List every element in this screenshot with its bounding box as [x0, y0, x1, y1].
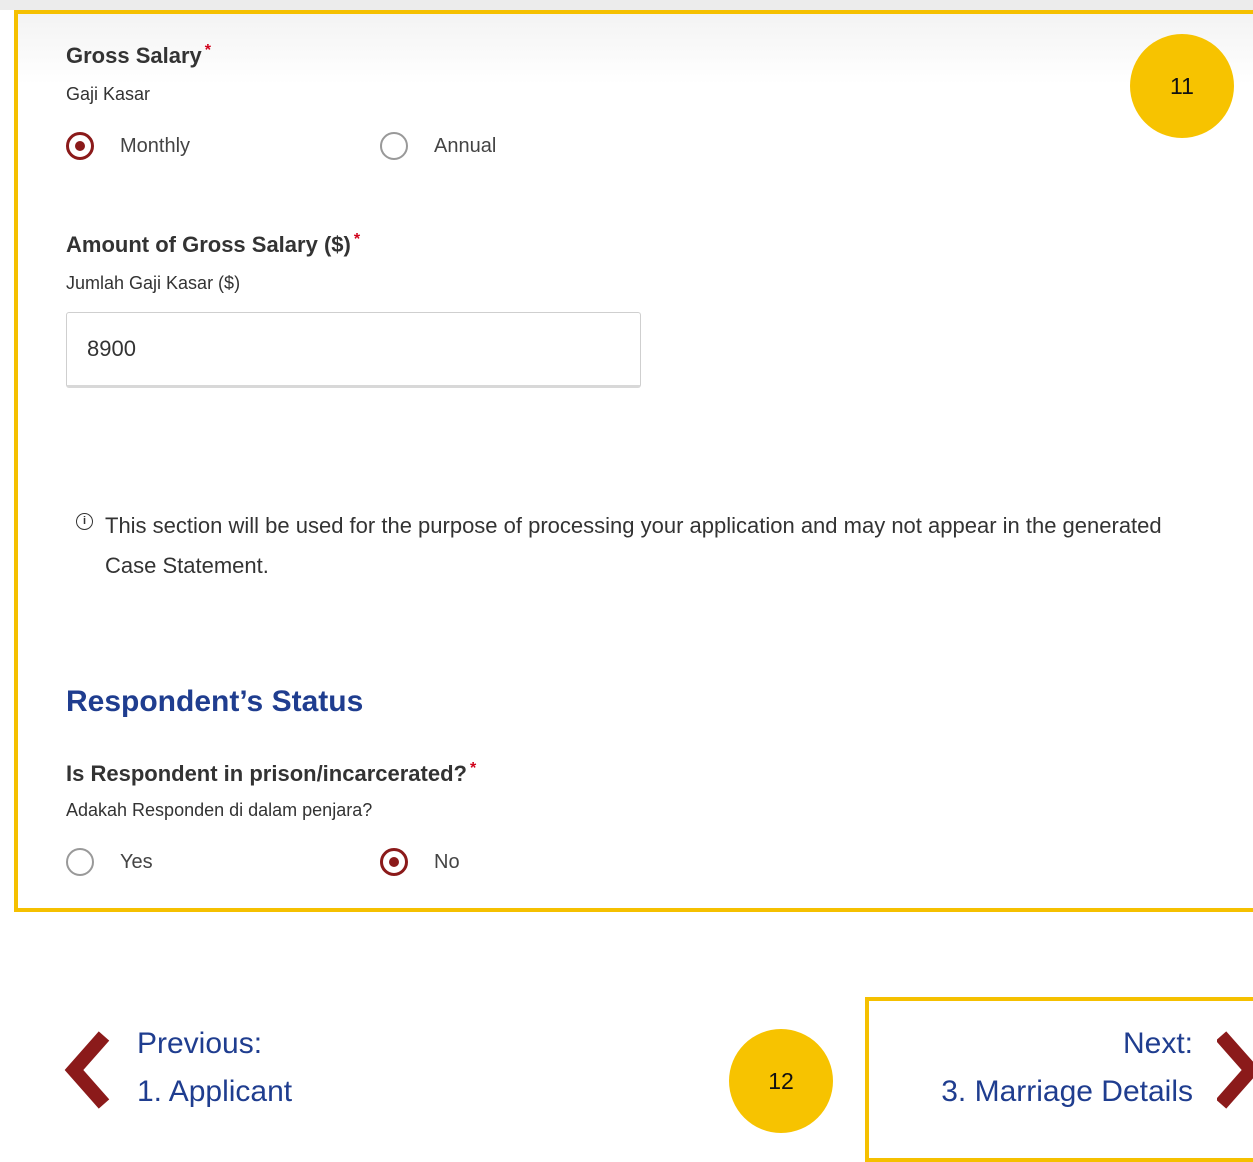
amount-label: Amount of Gross Salary ($) * — [66, 231, 361, 258]
info-note-text: This section will be used for the purpos… — [105, 513, 1162, 578]
previous-page-link[interactable]: Previous: 1. Applicant — [60, 1020, 360, 1120]
amount-sublabel: Jumlah Gaji Kasar ($) — [66, 273, 241, 293]
radio-annual[interactable]: Annual — [380, 132, 496, 160]
radio-monthly-label: Monthly — [120, 134, 191, 157]
radio-monthly[interactable]: Monthly — [66, 132, 190, 160]
prison-question-label: Is Respondent in prison/incarcerated? * — [66, 760, 477, 787]
prison-question-sublabel: Adakah Responden di dalam penjara? — [66, 800, 373, 820]
radio-no[interactable]: No — [380, 848, 460, 876]
radio-unselected-icon — [380, 132, 408, 160]
next-label: Next: — [1122, 1027, 1193, 1060]
amount-label-text: Amount of Gross Salary ($) — [66, 232, 351, 257]
previous-label: Previous: — [137, 1027, 263, 1060]
radio-selected-icon — [380, 848, 408, 876]
chevron-left-icon — [64, 1031, 110, 1109]
required-asterisk: * — [353, 231, 361, 248]
radio-yes[interactable]: Yes — [66, 848, 153, 876]
next-target: 3. Marriage Details — [941, 1075, 1193, 1108]
annotation-badge: 11 — [1130, 34, 1234, 138]
gross-salary-label-text: Gross Salary — [66, 43, 202, 68]
previous-target: 1. Applicant — [137, 1075, 293, 1108]
chevron-right-icon — [1217, 1031, 1253, 1109]
gross-salary-amount-input[interactable] — [66, 312, 641, 388]
required-asterisk: * — [204, 42, 211, 59]
gross-salary-sublabel: Gaji Kasar — [66, 84, 151, 104]
required-asterisk: * — [469, 760, 477, 777]
prison-question-text: Is Respondent in prison/incarcerated? — [66, 761, 467, 786]
radio-unselected-icon — [66, 848, 94, 876]
top-strip — [0, 0, 1253, 10]
annotation-badge: 12 — [729, 1029, 833, 1133]
info-icon: i — [76, 513, 93, 530]
next-page-link[interactable]: Next: 3. Marriage Details — [900, 1020, 1253, 1120]
section-heading-respondent-status: Respondent’s Status — [66, 685, 364, 718]
radio-yes-label: Yes — [120, 850, 153, 873]
gross-salary-label: Gross Salary * — [66, 42, 211, 69]
radio-annual-label: Annual — [434, 134, 497, 157]
radio-no-label: No — [434, 850, 460, 873]
radio-selected-icon — [66, 132, 94, 160]
